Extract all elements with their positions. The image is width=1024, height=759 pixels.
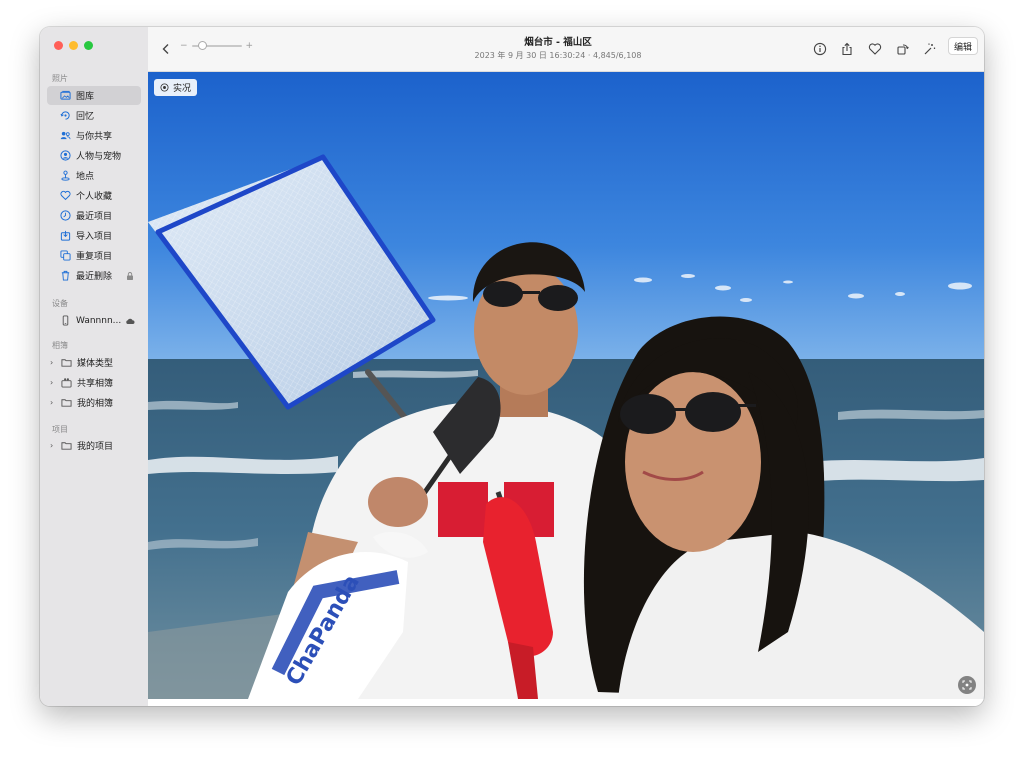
folder-icon [60,397,72,409]
section-photos: 照片 [52,74,68,83]
photo-viewer[interactable]: ChaPanda 实况 [148,72,984,706]
photo-date-count: 2023 年 9 月 30 日 16:30:24 · 4,845/6,108 [474,51,642,60]
sidebar-item-recently-deleted[interactable]: 最近删除 [47,266,141,285]
shared-with-you-icon [59,130,71,142]
close-button[interactable] [54,41,63,50]
rotate-icon[interactable] [893,39,913,59]
shared-album-icon [60,377,72,389]
visual-lookup-button[interactable] [958,676,976,694]
sidebar: 照片 图库 回忆 与你共享 人物与宠物 地点 个人收藏 最近项目 导入项目 重复… [40,27,149,706]
section-albums: 相簿 [52,341,68,350]
sidebar-item-recents[interactable]: 最近项目 [47,206,141,225]
sidebar-item-memories[interactable]: 回忆 [47,106,141,125]
sidebar-item-places[interactable]: 地点 [47,166,141,185]
sidebar-item-label: 人物与宠物 [76,152,122,162]
sidebar-item-label: 图库 [76,92,95,102]
sidebar-item-shared-with-you[interactable]: 与你共享 [47,126,141,145]
enhance-icon[interactable] [920,39,940,59]
sidebar-item-library[interactable]: 图库 [47,86,141,105]
favorites-icon [59,190,71,202]
info-icon[interactable] [810,39,830,59]
duplicates-icon [59,250,71,262]
live-photo-label: 实况 [173,84,192,94]
sidebar-item-people[interactable]: 人物与宠物 [47,146,141,165]
sidebar-item-label: 重复项目 [76,252,113,262]
sidebar-item-media-types[interactable]: › 媒体类型 [47,353,141,372]
sidebar-item-label: 回忆 [76,112,95,122]
live-photo-badge[interactable]: 实况 [154,79,198,96]
chevron-right-icon[interactable]: › [50,398,58,407]
sidebar-item-label: 最近项目 [76,212,113,222]
sidebar-item-my-projects[interactable]: › 我的项目 [47,436,141,455]
phone-icon [59,315,71,327]
folder-icon [60,440,72,452]
cloud-icon[interactable] [125,316,135,326]
sidebar-item-label: 与你共享 [76,132,113,142]
sidebar-item-label: 我的项目 [77,442,114,452]
sidebar-item-label: 最近删除 [76,272,113,282]
zoom-knob[interactable] [197,41,207,50]
sidebar-item-shared-albums[interactable]: › 共享相簿 [47,373,141,392]
lock-icon [125,271,135,281]
zoom-out-icon[interactable]: − [180,41,188,51]
sidebar-item-label: Wannnn... [76,315,122,326]
section-projects: 项目 [52,425,68,434]
zoom-slider[interactable]: − + [180,41,253,51]
chevron-right-icon[interactable]: › [50,441,58,450]
sidebar-item-label: 我的相簿 [77,399,114,409]
sidebar-item-duplicates[interactable]: 重复项目 [47,246,141,265]
zoom-in-icon[interactable]: + [246,41,254,51]
edit-button[interactable]: 编辑 [948,37,978,55]
sidebar-item-label: 共享相簿 [77,379,114,389]
recents-icon [59,210,71,222]
folder-icon [60,357,72,369]
zoom-track[interactable] [191,41,242,50]
imports-icon [59,230,71,242]
live-photo-icon [160,83,169,92]
places-icon [59,170,71,182]
sidebar-item-label: 导入项目 [76,232,113,242]
photo-library-icon [59,90,71,102]
share-icon[interactable] [837,39,857,59]
chevron-right-icon[interactable]: › [50,378,58,387]
sidebar-item-my-albums[interactable]: › 我的相簿 [47,393,141,412]
memories-icon [59,110,71,122]
sidebar-item-label: 媒体类型 [77,359,114,369]
photos-window: 照片 图库 回忆 与你共享 人物与宠物 地点 个人收藏 最近项目 导入项目 重复… [40,27,984,706]
chevron-right-icon[interactable]: › [50,358,58,367]
minimize-button[interactable] [69,41,78,50]
trash-icon [59,270,71,282]
zoom-button[interactable] [84,41,93,50]
photo-image[interactable]: ChaPanda [148,72,984,699]
heart-icon[interactable] [865,39,885,59]
back-chevron-icon[interactable] [156,39,176,59]
window-title: 烟台市 - 福山区 [524,37,592,48]
toolbar: − + 烟台市 - 福山区 2023 年 9 月 30 日 16:30:24 ·… [148,27,984,72]
section-devices: 设备 [52,299,68,308]
sidebar-item-device[interactable]: Wannnn... [47,311,141,330]
title-block: 烟台市 - 福山区 2023 年 9 月 30 日 16:30:24 · 4,8… [408,34,708,61]
sidebar-item-favorites[interactable]: 个人收藏 [47,186,141,205]
scan-icon [962,680,972,690]
sidebar-item-label: 个人收藏 [76,192,113,202]
window-controls [54,41,93,50]
people-icon [59,150,71,162]
sidebar-item-label: 地点 [76,172,95,182]
sidebar-item-imports[interactable]: 导入项目 [47,226,141,245]
